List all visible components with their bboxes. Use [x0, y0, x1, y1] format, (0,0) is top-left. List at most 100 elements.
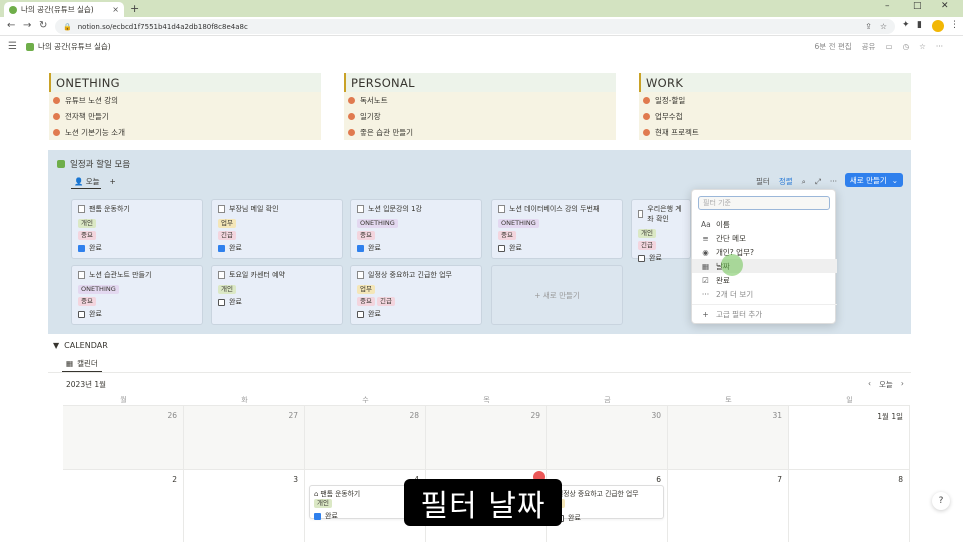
calendar-day-cell[interactable]: 8 — [789, 470, 910, 542]
sort-button[interactable]: 정렬 — [779, 176, 793, 187]
calendar-day-cell[interactable]: 31 — [668, 406, 789, 470]
checkbox-icon[interactable] — [218, 244, 225, 252]
list-item[interactable]: 업무수첩 — [639, 108, 911, 124]
checkbox-icon[interactable] — [498, 244, 505, 252]
gallery-card[interactable]: 팬톰 운동하기 개인 중요 완료 — [71, 199, 203, 259]
extensions-icon[interactable]: ✦ — [902, 20, 910, 30]
filter-option-done[interactable]: ☑ 완료 — [692, 273, 837, 287]
checkbox-icon[interactable] — [357, 310, 364, 318]
filter-button[interactable]: 필터 — [756, 176, 770, 187]
add-view-button[interactable]: + — [110, 177, 116, 186]
filter-search-input[interactable]: 필터 기준 — [698, 196, 830, 210]
calendar-day-cell[interactable]: 27 — [184, 406, 305, 470]
checkbox-icon[interactable] — [78, 310, 85, 318]
minimize-icon[interactable]: – — [885, 1, 890, 11]
checkbox-icon[interactable] — [218, 298, 225, 306]
window-close-icon[interactable]: ✕ — [941, 1, 949, 11]
advanced-filter-button[interactable]: + 고급 필터 추가 — [692, 307, 837, 321]
done-checkbox[interactable]: 완료 — [357, 243, 475, 253]
gallery-card[interactable]: 노션 데이터베이스 강의 두번째 ONETHING 중요 완료 — [491, 199, 623, 259]
done-checkbox[interactable]: 완료 — [218, 297, 336, 307]
breadcrumb[interactable]: 나의 공간(유튜브 실습) — [26, 41, 111, 52]
tag: 긴급 — [218, 231, 236, 240]
more-icon[interactable]: ··· — [830, 177, 837, 186]
browser-tab[interactable]: 나의 공간(유튜브 실습) × — [4, 2, 124, 17]
filter-option-memo[interactable]: ≡ 간단 메모 — [692, 231, 837, 245]
updates-icon[interactable]: ◷ — [903, 42, 910, 51]
gallery-card[interactable]: 토요일 카센터 예약 개인 완료 — [211, 265, 343, 325]
event-checkbox[interactable]: 완료 — [557, 513, 659, 523]
calendar-day-cell[interactable]: 30 — [547, 406, 668, 470]
filter-option-name[interactable]: Aa 이름 — [692, 217, 837, 231]
gallery-card[interactable]: 노션 습관노트 만들기 ONETHING 중요 완료 — [71, 265, 203, 325]
event-checkbox[interactable]: 완료 — [314, 511, 410, 521]
tab-today[interactable]: 👤 오늘 — [71, 176, 101, 189]
calendar-event[interactable]: 일정상 중요하고 긴급한 업무 완료 — [552, 485, 664, 522]
list-item[interactable]: 현재 프로젝트 — [639, 124, 911, 140]
done-checkbox[interactable]: 완료 — [218, 243, 336, 253]
new-tab-button[interactable]: + — [130, 2, 139, 15]
share-page-icon[interactable]: ⇪ — [865, 22, 872, 31]
bookmark-star-icon[interactable]: ☆ — [880, 22, 887, 31]
done-checkbox[interactable]: 완료 — [78, 309, 196, 319]
today-button[interactable]: 오늘 — [879, 379, 893, 390]
search-icon[interactable]: ⌕ — [802, 177, 806, 187]
gallery-card[interactable]: 우리은행 계좌 확인 개인 긴급 완료 — [631, 199, 691, 262]
checkbox-icon[interactable] — [638, 254, 645, 262]
tab-calendar[interactable]: ▦ 캘린더 — [66, 358, 98, 369]
next-month-icon[interactable]: › — [901, 379, 904, 390]
profile-avatar[interactable] — [932, 20, 944, 32]
filter-option-type[interactable]: ◉ 개인? 업무? — [692, 245, 837, 259]
back-icon[interactable]: ← — [7, 20, 15, 31]
database-title[interactable]: 일정과 할일 모음 — [57, 158, 130, 170]
done-checkbox[interactable]: 완료 — [357, 309, 475, 319]
share-button[interactable]: 공유 — [862, 41, 876, 52]
calendar-day-cell[interactable]: 2 — [63, 470, 184, 542]
browser-menu-icon[interactable]: ⋮ — [950, 20, 959, 30]
expand-icon[interactable]: ⤢ — [815, 177, 821, 187]
comments-icon[interactable]: ▭ — [885, 42, 892, 51]
more-icon[interactable]: ··· — [936, 42, 943, 51]
list-item[interactable]: 일기장 — [344, 108, 616, 124]
calendar-section-toggle[interactable]: ▼ CALENDAR — [53, 341, 108, 350]
list-item[interactable]: 전자책 만들기 — [49, 108, 321, 124]
calendar-day-cell[interactable]: 7 — [668, 470, 789, 542]
new-card-button[interactable]: + 새로 만들기 — [491, 265, 623, 325]
list-item[interactable]: 노션 기본기능 소개 — [49, 124, 321, 140]
filter-option-more[interactable]: ··· 2개 더 보기 — [692, 287, 837, 301]
new-item-button[interactable]: 새로 만들기 ⌄ — [845, 173, 903, 187]
calendar-day-cell[interactable]: 3 — [184, 470, 305, 542]
reload-icon[interactable]: ↻ — [39, 20, 47, 31]
tag: 중요 — [78, 231, 96, 240]
calendar-day-cell[interactable]: 1월 1일 — [789, 406, 910, 470]
sidepanel-icon[interactable]: ▮ — [917, 20, 922, 30]
maximize-icon[interactable]: □ — [913, 1, 922, 11]
list-item[interactable]: 일정-할일 — [639, 92, 911, 108]
calendar-day-cell[interactable]: 28 — [305, 406, 426, 470]
calendar-day-cell[interactable]: 29 — [426, 406, 547, 470]
list-item[interactable]: 유튜브 노션 강의 — [49, 92, 321, 108]
sidebar-menu-icon[interactable]: ☰ — [8, 41, 17, 52]
prev-month-icon[interactable]: ‹ — [868, 379, 871, 390]
checkbox-icon[interactable] — [78, 244, 85, 252]
url-field[interactable]: 🔒 notion.so/ecbcd1f7551b41d4a2db180f8c8e… — [55, 19, 895, 34]
event-title-text: 팬톰 운동하기 — [320, 490, 361, 498]
checkbox-icon[interactable] — [357, 244, 364, 252]
tab-close-icon[interactable]: × — [112, 5, 119, 14]
checkbox-icon[interactable] — [314, 512, 321, 520]
forward-icon[interactable]: → — [23, 20, 31, 31]
gallery-card[interactable]: 일정상 중요하고 긴급한 업무 업무 중요 긴급 완료 — [350, 265, 482, 325]
list-item[interactable]: 좋은 습관 만들기 — [344, 124, 616, 140]
help-button[interactable]: ? — [932, 492, 950, 510]
list-item[interactable]: 독서노트 — [344, 92, 616, 108]
chevron-down-icon[interactable]: ⌄ — [892, 176, 898, 185]
done-checkbox[interactable]: 완료 — [78, 243, 196, 253]
gallery-card[interactable]: 부장님 메일 확인 업무 긴급 완료 — [211, 199, 343, 259]
filter-option-date[interactable]: ▦날짜 — [692, 259, 837, 273]
done-checkbox[interactable]: 완료 — [498, 243, 616, 253]
done-checkbox[interactable]: 완료 — [638, 253, 684, 263]
calendar-event[interactable]: ⌂ 팬톰 운동하기 개인 완료 — [309, 485, 415, 521]
calendar-day-cell[interactable]: 26 — [63, 406, 184, 470]
favorite-icon[interactable]: ☆ — [919, 42, 926, 51]
gallery-card[interactable]: 노션 입문강의 1강 ONETHING 중요 완료 — [350, 199, 482, 259]
